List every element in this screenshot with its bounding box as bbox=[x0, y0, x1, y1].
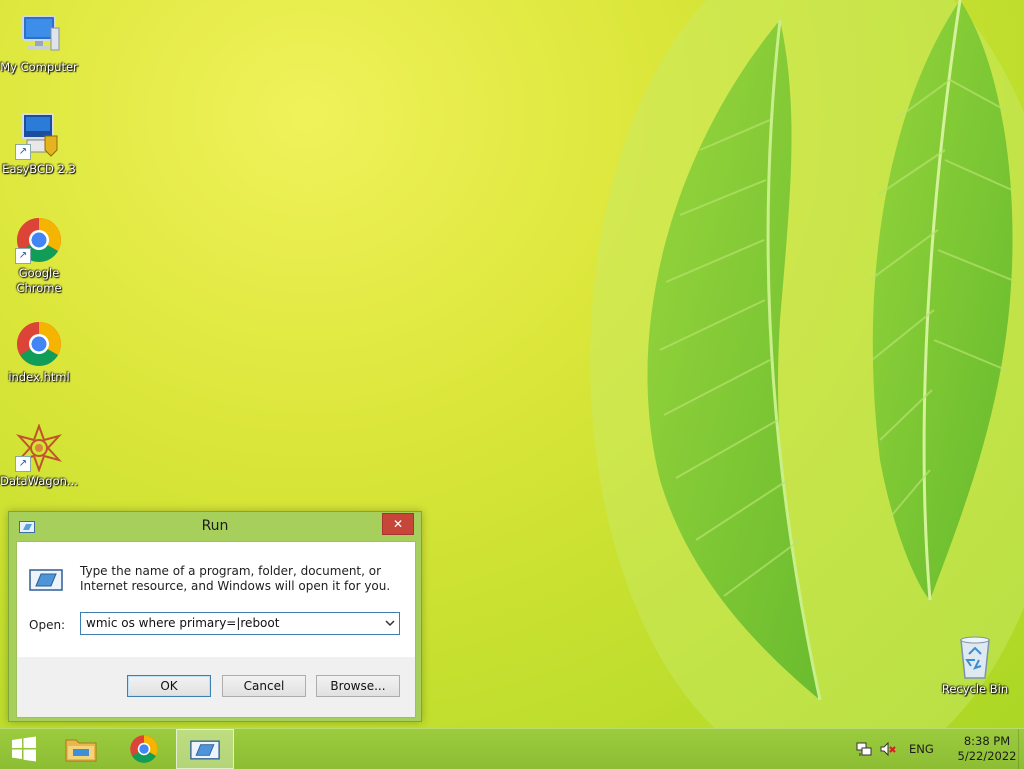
run-client-area: Type the name of a program, folder, docu… bbox=[16, 541, 416, 718]
run-title: Run bbox=[201, 518, 229, 534]
desktop-icon-my-computer[interactable]: My Computer bbox=[0, 10, 78, 75]
taskbar: ENG 8:38 PM 5/22/2022 bbox=[0, 728, 1024, 769]
clock-date: 5/22/2022 bbox=[957, 749, 1017, 763]
clock-time: 8:38 PM bbox=[963, 734, 1011, 748]
desktop-icon-label: Recycle Bin bbox=[941, 682, 1009, 696]
ok-button[interactable]: OK bbox=[127, 675, 211, 697]
taskbar-run[interactable] bbox=[176, 729, 234, 769]
run-icon bbox=[190, 740, 220, 760]
desktop-icon-recycle-bin[interactable]: Recycle Bin bbox=[936, 632, 1014, 697]
desktop-icon-index-html[interactable]: index.html bbox=[0, 320, 78, 385]
desktop-icon-easybcd[interactable]: ↗ EasyBCD 2.3 bbox=[0, 112, 78, 177]
folder-icon bbox=[65, 739, 97, 762]
desktop-icon-label: index.html bbox=[8, 370, 70, 384]
volume-muted-icon[interactable] bbox=[880, 741, 896, 757]
language-indicator[interactable]: ENG bbox=[909, 742, 934, 756]
system-tray: ENG 8:38 PM 5/22/2022 bbox=[854, 729, 1024, 769]
shortcut-arrow-icon: ↗ bbox=[15, 144, 31, 160]
clock[interactable]: 8:38 PM 5/22/2022 bbox=[954, 734, 1020, 764]
open-combobox[interactable]: wmic os where primary=|reboot bbox=[80, 612, 400, 635]
desktop-icon-label: EasyBCD 2.3 bbox=[2, 162, 76, 176]
browse-button[interactable]: Browse... bbox=[316, 675, 400, 697]
chrome-icon bbox=[130, 735, 158, 763]
network-icon[interactable] bbox=[856, 741, 872, 757]
taskbar-file-explorer[interactable] bbox=[56, 729, 106, 769]
run-title-bar[interactable]: Run ✕ bbox=[9, 512, 421, 542]
datawagon-icon: ↗ bbox=[15, 423, 63, 473]
shortcut-arrow-icon: ↗ bbox=[15, 248, 31, 264]
windows-logo-icon bbox=[12, 736, 36, 762]
chrome-icon bbox=[15, 320, 63, 368]
easybcd-icon: ↗ bbox=[15, 112, 63, 160]
start-button[interactable] bbox=[0, 729, 48, 769]
chevron-down-icon[interactable] bbox=[384, 617, 396, 629]
shortcut-arrow-icon: ↗ bbox=[15, 456, 31, 472]
open-input[interactable]: wmic os where primary=|reboot bbox=[86, 616, 279, 630]
desktop-icon-label: My Computer bbox=[0, 60, 78, 74]
desktop-icon-label: DataWagon... bbox=[0, 474, 78, 488]
open-label: Open: bbox=[29, 618, 66, 632]
recycle-bin-icon bbox=[951, 632, 999, 680]
desktop-icon-google-chrome[interactable]: ↗ Google Chrome bbox=[0, 216, 78, 296]
run-dialog: Run ✕ Type the name of a program, folder… bbox=[8, 511, 422, 722]
computer-icon bbox=[15, 10, 63, 58]
cancel-button[interactable]: Cancel bbox=[222, 675, 306, 697]
show-desktop-button[interactable] bbox=[1018, 729, 1024, 769]
desktop-icon-label: Google Chrome bbox=[16, 266, 62, 295]
taskbar-google-chrome[interactable] bbox=[120, 729, 170, 769]
desktop-icon-datawagon[interactable]: ↗ DataWagon... bbox=[0, 423, 78, 489]
close-button[interactable]: ✕ bbox=[382, 513, 414, 535]
chrome-icon: ↗ bbox=[15, 216, 63, 264]
run-icon bbox=[29, 569, 63, 591]
run-description: Type the name of a program, folder, docu… bbox=[80, 564, 391, 593]
